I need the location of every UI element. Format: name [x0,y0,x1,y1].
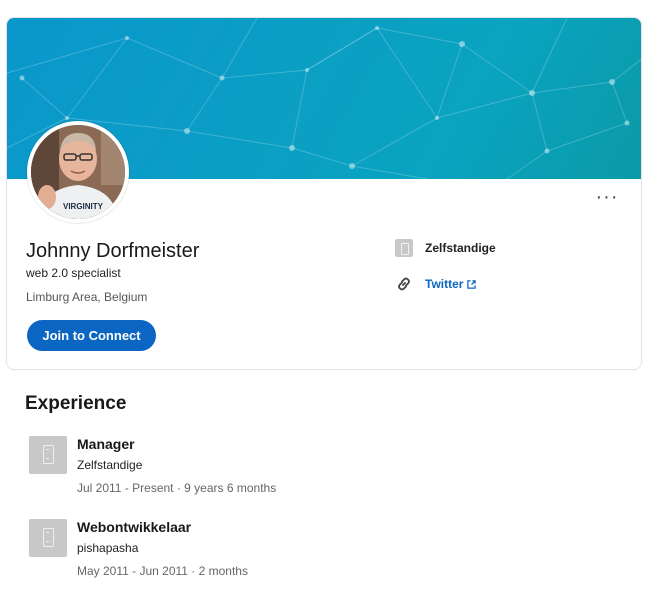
experience-heading: Experience [25,393,127,414]
current-company[interactable]: Zelfstandige [395,239,496,257]
experience-title: Manager [77,436,135,452]
experience-company[interactable]: Zelfstandige [77,458,142,472]
experience-title: Webontwikkelaar [77,519,192,535]
twitter-link[interactable]: Twitter [425,277,463,291]
external-link-icon [467,279,477,289]
twitter-link-row: Twitter [395,275,477,293]
company-logo-icon[interactable] [29,436,67,474]
company-logo-icon[interactable] [29,519,67,557]
join-to-connect-button[interactable]: Join to Connect [27,320,156,351]
current-company-name: Zelfstandige [425,241,496,255]
profile-headline: web 2.0 specialist [26,266,121,280]
experience-dates: May 2011 - Jun 2011 · 2 months [77,564,248,578]
experience-item: Manager Zelfstandige Jul 2011 - Present … [29,436,589,495]
profile-name: Johnny Dorfmeister [26,240,200,262]
company-logo-icon [395,239,413,257]
svg-text:VIRGINITY: VIRGINITY [63,202,104,211]
profile-card: VIRGINITY ··· Johnny Dorfmeister web 2.0… [6,17,642,370]
link-icon [398,277,410,291]
experience-item: Webontwikkelaar pishapasha May 2011 - Ju… [29,519,589,578]
avatar-photo: VIRGINITY [31,125,125,219]
profile-location: Limburg Area, Belgium [26,290,148,304]
experience-dates: Jul 2011 - Present · 9 years 6 months [77,481,277,495]
experience-company[interactable]: pishapasha [77,541,138,555]
profile-avatar: VIRGINITY [27,121,129,223]
more-options-button[interactable]: ··· [593,187,621,210]
